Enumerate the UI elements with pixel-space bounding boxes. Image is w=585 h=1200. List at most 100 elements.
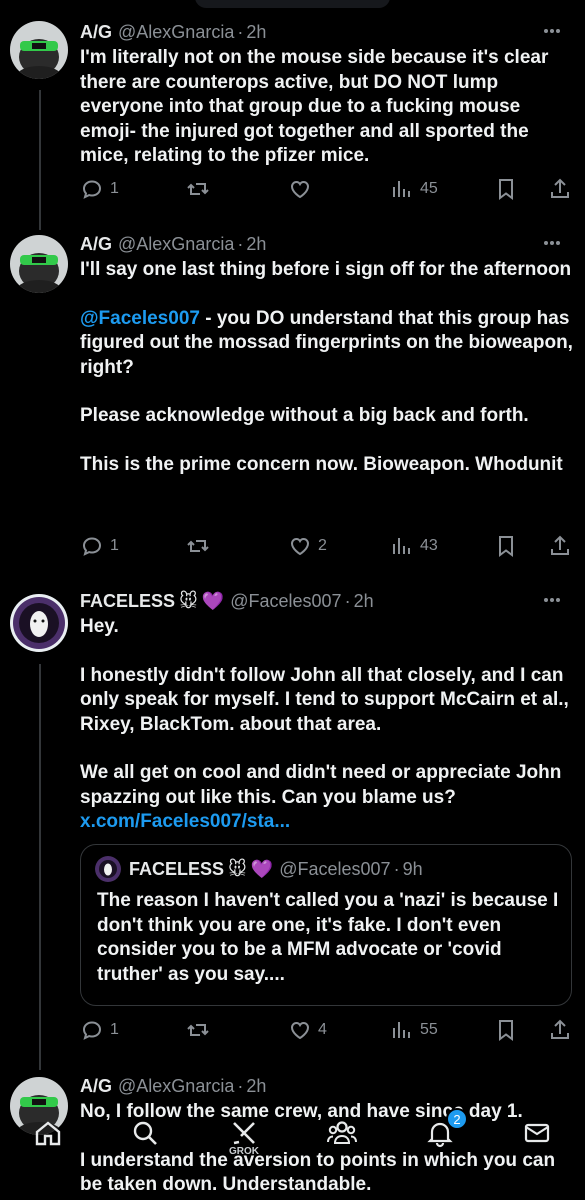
- heart-icon: [290, 1021, 310, 1040]
- avatar[interactable]: [10, 594, 68, 652]
- separator-dot: ·: [344, 590, 351, 611]
- bookmark-icon: [499, 179, 513, 200]
- view-count: 55: [420, 1021, 438, 1038]
- tweet-paragraph: I'll say one last thing before i sign of…: [80, 259, 572, 280]
- tweet-paragraph: I honestly didn't follow John all that c…: [80, 664, 569, 735]
- reply-icon: [82, 537, 102, 556]
- tweet[interactable]: A/G @AlexGnarcia · 2h I'm literally not …: [0, 18, 585, 208]
- reply-count: 1: [110, 1021, 119, 1038]
- timestamp[interactable]: 2h: [246, 234, 266, 255]
- reply-button[interactable]: 1: [80, 534, 119, 558]
- retweet-icon: [187, 183, 209, 195]
- tweet-text: I'll say one last thing before i sign of…: [80, 258, 573, 477]
- analytics-icon: [393, 1022, 410, 1038]
- tweet-paragraph: Hey.: [80, 616, 119, 637]
- quoted-tweet-header: FACELESS 🐭 💜 @Faceles007 · 9h: [95, 856, 423, 882]
- display-name[interactable]: A/G: [80, 22, 112, 43]
- views-button[interactable]: 43: [390, 534, 438, 558]
- bottom-nav: GROK 2: [0, 1108, 585, 1168]
- tweet-link[interactable]: x.com/Faceles007/sta...: [80, 810, 573, 835]
- home-icon[interactable]: [26, 1108, 70, 1158]
- timestamp[interactable]: 2h: [354, 591, 374, 612]
- top-status-pill: [195, 0, 390, 8]
- views-button[interactable]: 55: [390, 1018, 438, 1042]
- analytics-icon: [393, 181, 410, 197]
- tweet-paragraph: @Faceles007 - you DO understand that thi…: [80, 307, 573, 381]
- purple-heart-emoji: 💜: [201, 590, 225, 611]
- quoted-tweet-text: The reason I haven't called you a 'nazi'…: [97, 890, 559, 985]
- quoted-user-handle: @Faceles007: [279, 858, 391, 879]
- display-name[interactable]: A/G: [80, 1076, 112, 1097]
- separator-dot: ·: [237, 233, 244, 254]
- more-options-icon[interactable]: [539, 587, 565, 613]
- like-button[interactable]: [288, 177, 318, 201]
- quoted-display-name: FACELESS: [129, 858, 225, 879]
- display-name[interactable]: A/G: [80, 234, 112, 255]
- tweet-paragraph: We all get on cool and didn't need or ap…: [80, 762, 562, 808]
- like-count: 4: [318, 1021, 327, 1038]
- reply-count: 1: [110, 537, 119, 554]
- like-count: 2: [318, 537, 327, 554]
- quoted-avatar: [95, 856, 121, 882]
- bookmark-icon: [499, 536, 513, 557]
- timestamp[interactable]: 2h: [246, 22, 266, 43]
- reply-icon: [82, 180, 102, 199]
- tweet-header: FACELESS 🐭 💜 @Faceles007 · 2h: [80, 587, 573, 615]
- tweet-text: Hey. I honestly didn't follow John all t…: [80, 615, 573, 835]
- tweet-paragraph: Please acknowledge without a big back an…: [80, 405, 529, 426]
- more-options-icon[interactable]: [539, 230, 565, 256]
- tweet-header: A/G @AlexGnarcia · 2h: [80, 230, 573, 258]
- search-icon[interactable]: [123, 1108, 167, 1158]
- tweet-header: A/G @AlexGnarcia · 2h: [80, 18, 573, 46]
- retweet-button[interactable]: [186, 1018, 216, 1042]
- bookmark-icon: [499, 1020, 513, 1041]
- tweet-paragraph: This is the prime concern now. Bioweapon…: [80, 453, 563, 475]
- reply-button[interactable]: 1: [80, 177, 119, 201]
- tweet[interactable]: A/G @AlexGnarcia · 2h I'll say one last …: [0, 230, 585, 590]
- bookmark-button[interactable]: [494, 177, 518, 201]
- quoted-tweet[interactable]: FACELESS 🐭 💜 @Faceles007 · 9h The reason…: [80, 844, 572, 1006]
- user-handle[interactable]: @AlexGnarcia: [118, 1076, 234, 1097]
- tweet-actions: 1 2 43: [80, 533, 573, 559]
- share-button[interactable]: [548, 177, 572, 201]
- retweet-button[interactable]: [186, 177, 216, 201]
- timestamp[interactable]: 2h: [246, 1076, 266, 1097]
- user-handle[interactable]: @Faceles007: [230, 591, 341, 612]
- mouse-emoji: 🐭: [179, 590, 198, 611]
- view-count: 43: [420, 537, 438, 554]
- share-icon: [551, 178, 569, 198]
- reply-count: 1: [110, 180, 119, 197]
- heart-icon: [290, 180, 310, 199]
- views-button[interactable]: 45: [390, 177, 438, 201]
- view-count: 45: [420, 180, 438, 197]
- like-button[interactable]: 2: [288, 534, 327, 558]
- bookmark-button[interactable]: [494, 1018, 518, 1042]
- mention-link[interactable]: @Faceles007: [80, 308, 200, 329]
- user-handle[interactable]: @AlexGnarcia: [118, 234, 234, 255]
- retweet-icon: [187, 540, 209, 552]
- user-handle[interactable]: @AlexGnarcia: [118, 22, 234, 43]
- share-icon: [551, 1019, 569, 1039]
- notifications-icon[interactable]: 2: [418, 1108, 468, 1158]
- more-options-icon[interactable]: [539, 18, 565, 44]
- bookmark-button[interactable]: [494, 534, 518, 558]
- communities-icon[interactable]: [320, 1108, 364, 1158]
- separator-dot: ·: [237, 1075, 244, 1096]
- like-button[interactable]: 4: [288, 1018, 327, 1042]
- tweet-actions: 1 45: [80, 176, 573, 202]
- retweet-button[interactable]: [186, 534, 216, 558]
- tweet-paragraph: I'm literally not on the mouse side beca…: [80, 47, 549, 166]
- messages-icon[interactable]: [515, 1108, 559, 1158]
- analytics-icon: [393, 538, 410, 554]
- reply-button[interactable]: 1: [80, 1018, 119, 1042]
- tweet[interactable]: FACELESS 🐭 💜 @Faceles007 · 2h Hey. I hon…: [0, 587, 585, 1057]
- share-button[interactable]: [548, 534, 572, 558]
- share-button[interactable]: [548, 1018, 572, 1042]
- tweet-text: I'm literally not on the mouse side beca…: [80, 46, 573, 169]
- separator-dot: ·: [237, 21, 244, 42]
- display-name[interactable]: FACELESS: [80, 591, 175, 612]
- share-icon: [551, 535, 569, 555]
- avatar[interactable]: [10, 21, 68, 79]
- avatar[interactable]: [10, 235, 68, 293]
- tweet-actions: 1 4 55: [80, 1017, 573, 1043]
